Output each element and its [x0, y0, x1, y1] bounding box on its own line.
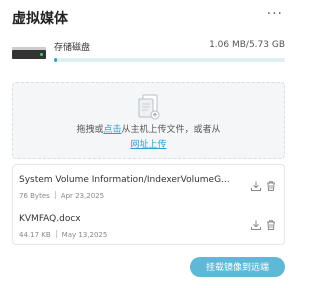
- page-title: 虚拟媒体: [12, 11, 68, 27]
- download-icon[interactable]: [250, 180, 262, 192]
- file-date: Apr 23,2025: [60, 192, 105, 200]
- file-date: May 13,2025: [61, 231, 108, 239]
- storage-progress-bar: [54, 58, 285, 62]
- trash-icon[interactable]: [265, 180, 277, 192]
- list-item[interactable]: KVMFAQ.docx 44.17 KB May 13,2025: [19, 206, 278, 244]
- mount-image-button[interactable]: 挂载镜像到远端: [190, 257, 285, 277]
- file-meta: 76 Bytes Apr 23,2025: [19, 191, 104, 200]
- page-header: 虚拟媒体 ···: [12, 6, 285, 28]
- file-list: System Volume Information/IndexerVolumeG…: [12, 164, 285, 245]
- upload-dropzone[interactable]: 拖拽或点击从主机上传文件，或者从 网址上传: [12, 82, 285, 159]
- click-upload-link[interactable]: 点击: [103, 125, 121, 135]
- dropzone-text-after: 从主机上传文件，或者从: [121, 125, 221, 135]
- file-size: 44.17 KB: [19, 231, 51, 239]
- storage-size: 1.06 MB/5.73 GB: [209, 40, 285, 50]
- file-actions: [250, 219, 278, 233]
- list-item[interactable]: System Volume Information/IndexerVolumeG…: [19, 167, 278, 205]
- storage-disk-panel: 存储磁盘 1.06 MB/5.73 GB: [12, 38, 285, 68]
- trash-icon[interactable]: [265, 219, 277, 231]
- divider: [55, 230, 57, 238]
- file-actions: [250, 180, 278, 194]
- url-upload-link[interactable]: 网址上传: [130, 140, 166, 150]
- file-size: 76 Bytes: [19, 192, 50, 200]
- file-name: System Volume Information/IndexerVolumeG…: [19, 175, 230, 185]
- download-icon[interactable]: [250, 219, 262, 231]
- dropzone-text: 拖拽或点击从主机上传文件，或者从 网址上传: [13, 123, 284, 153]
- hard-drive-icon: [12, 47, 46, 59]
- more-horizontal-icon[interactable]: ···: [267, 6, 283, 22]
- divider: [54, 191, 56, 199]
- dropzone-text-before: 拖拽或: [76, 125, 104, 135]
- file-meta: 44.17 KB May 13,2025: [19, 230, 107, 239]
- storage-label: 存储磁盘: [54, 43, 91, 53]
- file-upload-icon: [138, 94, 160, 120]
- storage-progress-fill: [54, 58, 58, 62]
- file-name: KVMFAQ.docx: [19, 214, 81, 224]
